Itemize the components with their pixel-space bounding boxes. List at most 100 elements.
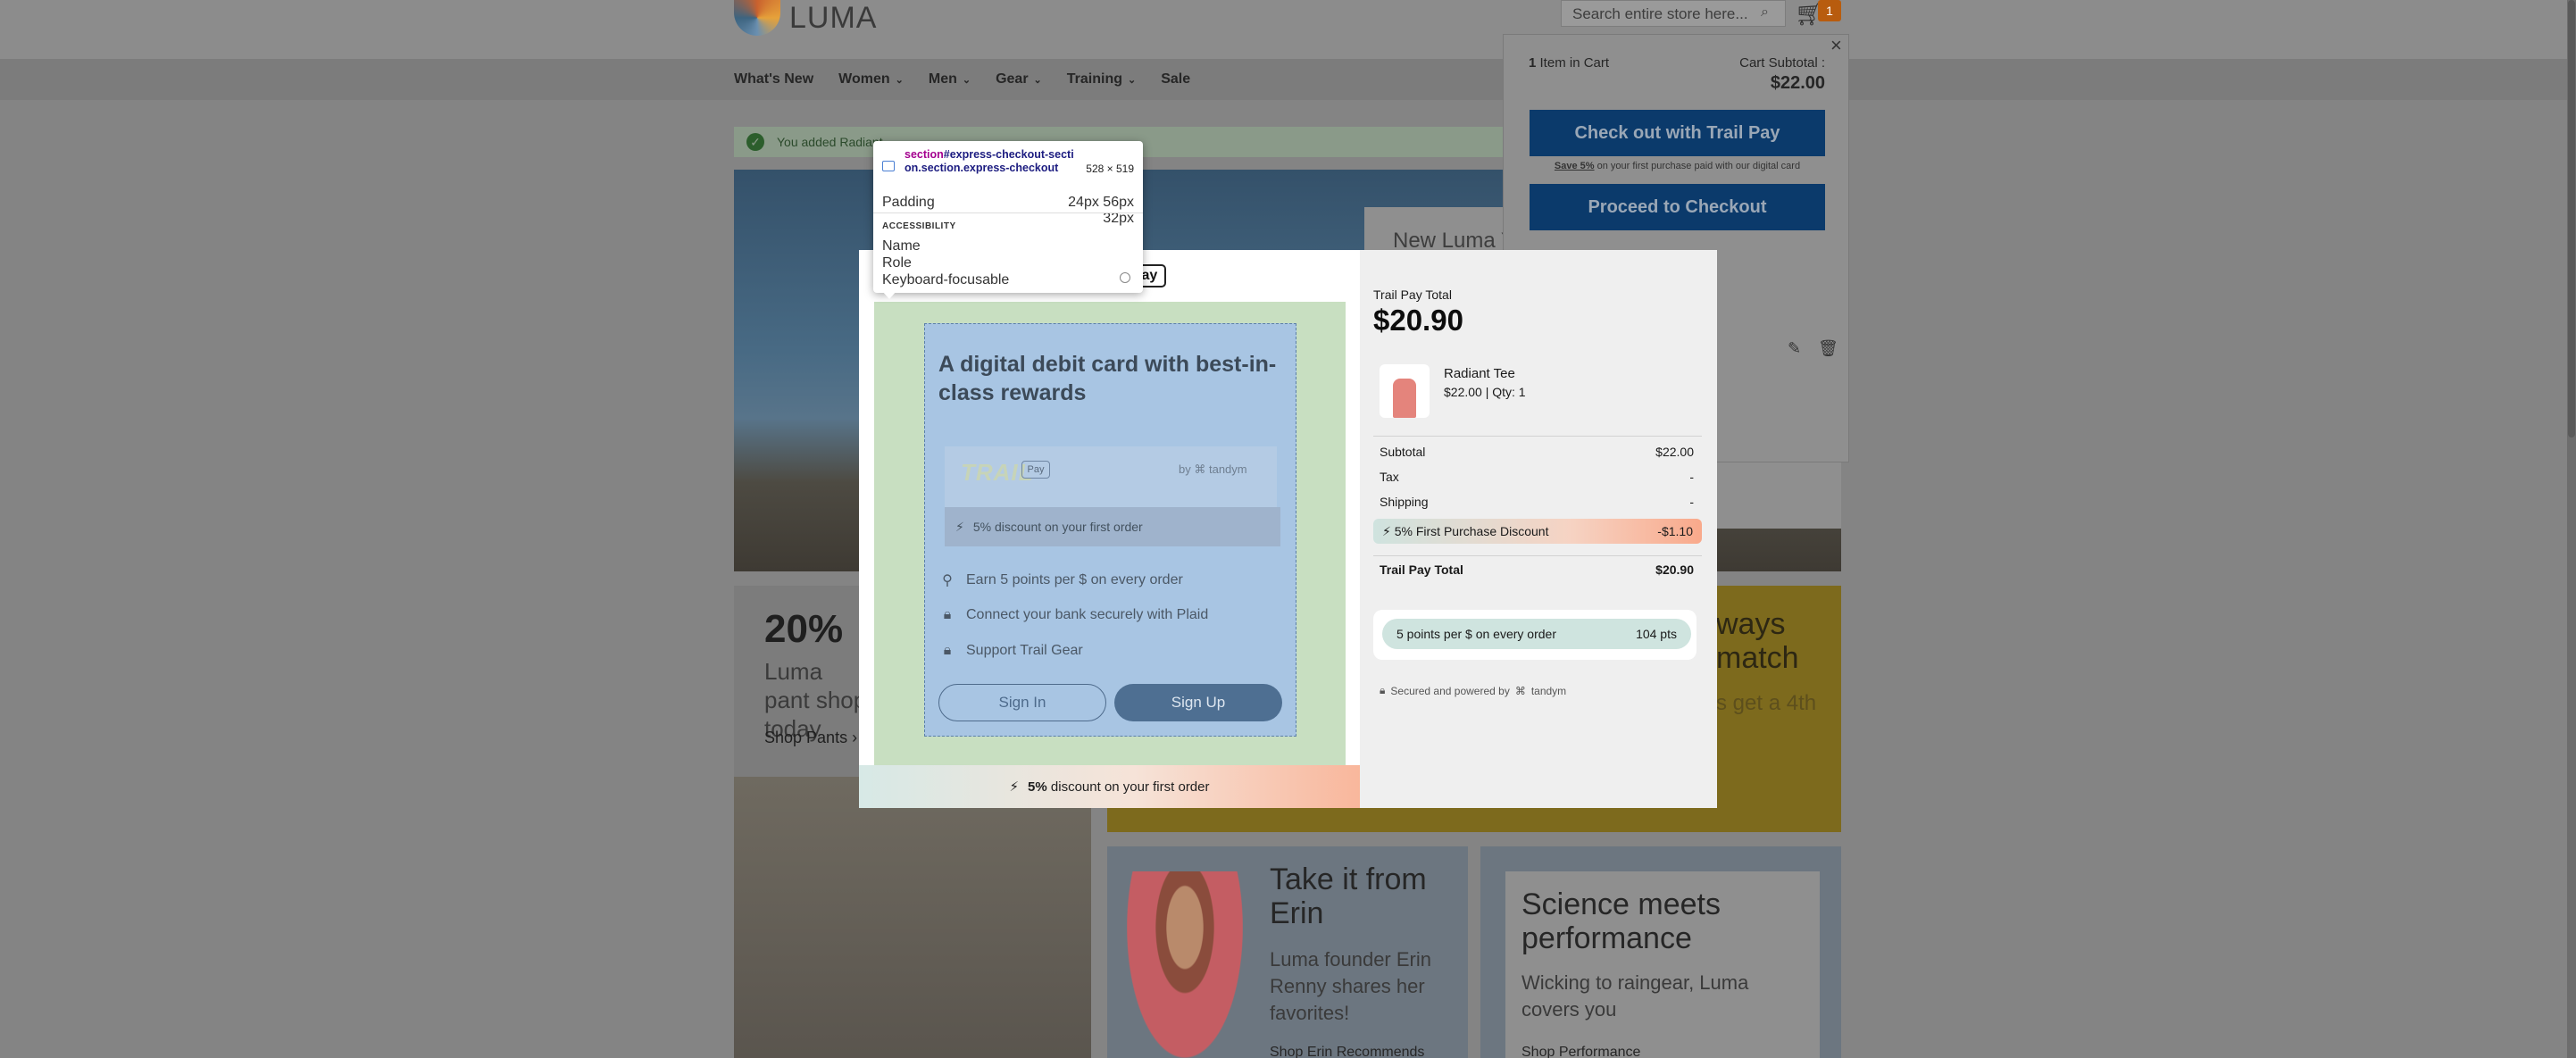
count-number: 1 (1529, 55, 1537, 71)
erin-title: Take it from Erin (1270, 862, 1427, 930)
a11y-role-label: Role (882, 255, 912, 271)
chevron-down-icon: ⌄ (1128, 74, 1137, 86)
science-title: Science meets performance (1521, 887, 1721, 955)
card-discount-text: 5% discount on your first order (973, 520, 1143, 534)
benefit-text: Earn 5 points per $ on every order (966, 572, 1183, 587)
banner-pct: 5% (1028, 779, 1047, 795)
nav-label: What's New (734, 71, 814, 87)
proceed-to-checkout-button[interactable]: Proceed to Checkout (1530, 184, 1825, 230)
points-text: 5 points per $ on every order (1396, 627, 1556, 641)
save-note-bold[interactable]: Save 5% (1555, 161, 1595, 171)
lock-icon: 🔒︎ (943, 607, 952, 622)
nav-item-whats-new[interactable]: What's New (734, 71, 813, 87)
points-value: 104 pts (1636, 627, 1677, 641)
tandym-text: tandym (1208, 462, 1247, 476)
sign-in-button[interactable]: Sign In (938, 684, 1106, 721)
row-value: - (1689, 495, 1694, 509)
row-value: - (1689, 470, 1694, 484)
banner-text: 5% discount on your first order (1028, 779, 1209, 795)
shop-performance-link[interactable]: Shop Performance (1521, 1045, 1640, 1058)
shop-pants-link[interactable]: Shop Pants › (764, 729, 857, 747)
minicart-item-count: 1 Item in Cart (1529, 55, 1609, 71)
benefit-support: 🔒︎ Support Trail Gear (939, 643, 1083, 659)
row-label: Trail Pay Total (1380, 562, 1463, 577)
erin-photo (1127, 871, 1243, 1058)
summary-row-tax: Tax - (1380, 470, 1694, 484)
site-header (0, 0, 2576, 59)
promo-yellow-subtitle: s get a 4th (1716, 691, 1817, 715)
discount-banner: ⚡︎ 5% discount on your first order (859, 765, 1360, 808)
element-icon (882, 161, 895, 171)
product-thumbnail (1380, 364, 1430, 418)
product-price-qty: $22.00 | Qty: 1 (1444, 385, 1526, 399)
element-size: 528 × 519 (1086, 162, 1134, 175)
nav-label: Women (838, 71, 890, 87)
success-message-text: You added Radiant (777, 135, 883, 149)
promo-title: 20% (764, 607, 844, 651)
science-subtitle: Wicking to raingear, Luma covers you (1521, 971, 1749, 1021)
search-icon[interactable]: ⌕ (1761, 4, 1769, 21)
first-purchase-discount-row: ⚡︎ 5% First Purchase Discount -$1.10 (1373, 519, 1702, 544)
logo-text: LUMA (789, 0, 878, 35)
chevron-down-icon: ⌄ (962, 74, 971, 86)
minicart-subtotal-label: Cart Subtotal : (1739, 55, 1825, 71)
chevron-down-icon: ⌄ (1033, 74, 1042, 86)
summary-row-subtotal: Subtotal $22.00 (1380, 445, 1694, 459)
scrollbar-thumb[interactable] (2568, 0, 2575, 437)
element-selector: section#express-checkout-section.section… (905, 148, 1074, 175)
tandym-logo-icon: ⌘ (1194, 462, 1206, 476)
nav-item-sale[interactable]: Sale (1161, 71, 1190, 87)
row-label: Tax (1380, 470, 1399, 484)
benefit-text: Support Trail Gear (966, 643, 1083, 658)
trash-icon[interactable]: 🗑︎ (1818, 339, 1838, 358)
check-icon: ✓ (746, 133, 764, 151)
tandym-text: tandym (1530, 684, 1567, 697)
nav-item-women[interactable]: Women ⌄ (838, 71, 904, 87)
nav-item-training[interactable]: Training ⌄ (1067, 71, 1136, 87)
search-input[interactable]: Search entire store here... (1561, 0, 1786, 27)
nav-item-gear[interactable]: Gear ⌄ (996, 71, 1042, 87)
benefit-bank: 🔒︎ Connect your bank securely with Plaid (939, 607, 1209, 623)
trail-pay-pill: Pay (1021, 461, 1050, 479)
padding-label: Padding (882, 195, 935, 210)
divider (1373, 555, 1702, 556)
erin-link[interactable]: Shop Erin Recommends (1270, 1045, 1424, 1058)
benefit-text: Connect your bank securely with Plaid (966, 607, 1209, 622)
main-nav-bar (0, 59, 2576, 100)
row-label: Shipping (1380, 495, 1429, 509)
secured-note: 🔒︎ Secured and powered by ⌘ tandym (1380, 684, 1566, 697)
sign-up-button[interactable]: Sign Up (1114, 684, 1282, 721)
banner-discount-text: discount on your first order (1050, 779, 1210, 795)
row-label: Subtotal (1380, 445, 1426, 459)
tandym-logo-icon: ⌘ (1514, 684, 1526, 697)
summary-row-total: Trail Pay Total $20.90 (1380, 562, 1694, 577)
erin-subtitle: Luma founder Erin Renny shares her favor… (1270, 948, 1431, 1024)
discount-text: discount on your first order (994, 520, 1143, 534)
count-text: Item in Cart (1539, 55, 1610, 71)
nav-label: Training (1066, 71, 1122, 87)
a11y-name-label: Name (882, 238, 921, 254)
tee-image (1393, 379, 1416, 418)
lightning-icon: ⚡︎ (955, 519, 964, 534)
nav-label: Men (928, 71, 957, 87)
nav-label: Gear (996, 71, 1029, 87)
discount-label-wrap: ⚡︎ 5% First Purchase Discount (1382, 524, 1548, 539)
nav-label: Sale (1161, 71, 1191, 87)
close-icon[interactable]: × (1830, 34, 1842, 57)
lightning-icon: ⚡︎ (1009, 779, 1020, 795)
promo-yellow-title: ways match (1716, 607, 1799, 675)
lightning-icon: ⚡︎ (1382, 523, 1391, 538)
row-value: $20.90 (1655, 562, 1694, 577)
trail-pay-total-value: $20.90 (1373, 304, 1463, 337)
selector-tag: section (905, 148, 944, 161)
discount-value: -$1.10 (1657, 524, 1693, 538)
site-logo[interactable]: LUMA (734, 0, 886, 36)
nav-item-men[interactable]: Men ⌄ (929, 71, 971, 87)
trail-pay-checkout-button[interactable]: Check out with Trail Pay (1530, 110, 1825, 156)
summary-row-shipping: Shipping - (1380, 495, 1694, 509)
not-focusable-icon (1120, 272, 1130, 283)
edit-icon[interactable]: ✎ (1788, 339, 1801, 358)
product-name: Radiant Tee (1444, 366, 1515, 381)
a11y-keyboard-focusable-label: Keyboard-focusable (882, 272, 1010, 287)
link-label: Shop Pants (764, 729, 848, 746)
